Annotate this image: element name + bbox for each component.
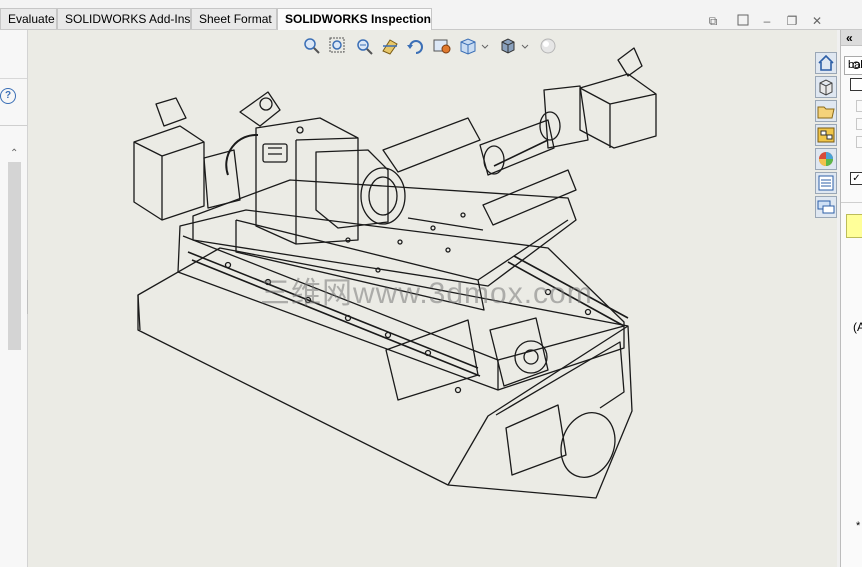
custom-properties-glyph [818,175,834,191]
ballscrew-housing [479,119,555,176]
checked-checkbox[interactable]: ✓ [850,172,862,185]
carriage-block [385,319,479,401]
disabled-checkbox [856,118,862,130]
appearances-glyph [819,152,833,166]
left-motor-body [133,125,205,221]
forum-icon[interactable] [815,196,837,218]
mounting-bracket [239,91,281,127]
tile-window-icon[interactable]: ⧉ [706,14,720,28]
base-recess [505,404,567,476]
maximize-button[interactable]: ❐ [785,14,799,28]
panel-divider [841,202,862,203]
home-glyph [818,54,834,71]
feature-manager-panel: ? ⌃ ‹ [0,30,37,567]
spindle-housing [315,149,389,229]
coupling [539,111,561,141]
view-palette-icon[interactable] [815,124,837,146]
graphics-area[interactable]: 三维网www.3dmox.com [28,30,837,567]
parts-library-icon[interactable] [815,76,837,98]
minimize-button[interactable]: – [760,14,774,28]
panel-scrollbar[interactable] [8,162,21,350]
property-label: (A [853,320,862,334]
left-motor-coupling [203,149,241,209]
right-motor-connector [617,47,643,77]
upper-rail-back [382,117,481,173]
disabled-checkbox [856,100,862,112]
saddle-holes [345,212,466,273]
restore-glyph [737,14,749,26]
tab-solidworks-add-ins[interactable]: SOLIDWORKS Add-Ins [57,8,191,29]
left-motor-connector [155,97,187,127]
right-panel: « bal O ✓ (A * [840,30,862,567]
appearances-icon[interactable] [815,148,837,170]
display-lines [268,147,282,155]
task-pane-tabs [812,52,840,224]
folder-glyph [817,106,835,119]
lower-motor-face [514,340,548,374]
tab-solidworks-inspection[interactable]: SOLIDWORKS Inspection [277,8,432,30]
disabled-checkbox [856,136,862,148]
view-palette-glyph [817,127,835,143]
parts-library-glyph [819,79,833,96]
base-bore [560,412,616,478]
restore-window-icon[interactable] [736,14,750,28]
required-marker: * [856,520,861,532]
rotary-head-edges [295,137,359,244]
close-button[interactable]: ✕ [810,14,824,28]
ballscrew-end [483,145,505,175]
rotary-arc [225,133,259,176]
command-manager-tabs: Evaluate SOLIDWORKS Add-Ins Sheet Format… [0,0,862,30]
option-label: O [852,60,861,72]
custom-properties-icon[interactable] [815,172,837,194]
collapse-panel-button[interactable]: « [841,30,862,46]
help-icon[interactable]: ? [0,88,16,104]
tab-sheet-format[interactable]: Sheet Format [191,8,277,29]
base-edges [137,294,629,486]
control-display [262,143,288,163]
spindle-inner [368,176,398,216]
home-icon[interactable] [815,52,837,74]
head-bolt [296,126,304,134]
saddle-slot [407,217,484,231]
right-motor-mount [543,85,589,149]
option-checkbox[interactable] [850,78,862,91]
panel-header [0,48,27,79]
bracket-hole [259,97,273,111]
tab-evaluate[interactable]: Evaluate [0,8,57,29]
lower-motor-shaft [523,349,539,365]
right-motor-body [579,73,657,149]
forum-glyph [817,200,835,214]
panel-divider [0,125,27,126]
color-swatch[interactable] [846,214,862,238]
watermark-text: 三维网www.3dmox.com [260,277,593,310]
tree-expand-icon[interactable]: ⌃ [10,148,20,160]
file-explorer-icon[interactable] [815,100,837,122]
